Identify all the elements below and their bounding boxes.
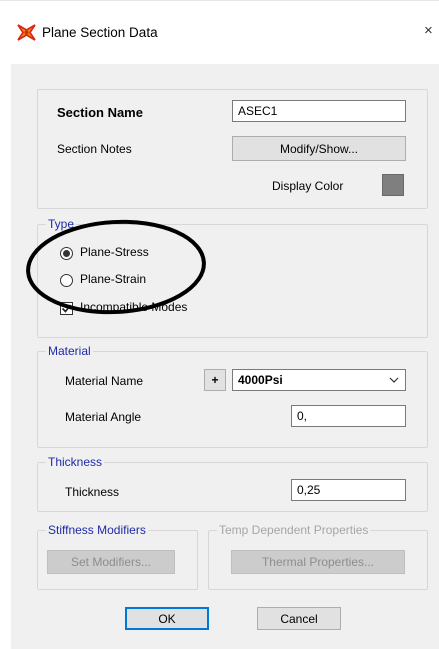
chevron-down-icon	[389, 373, 399, 390]
close-icon[interactable]: ×	[424, 22, 439, 39]
material-group: Material Material Name + 4000Psi Materia…	[37, 344, 428, 448]
thickness-group-label: Thickness	[46, 455, 105, 469]
temp-dependent-group: Temp Dependent Properties Thermal Proper…	[208, 523, 428, 590]
top-divider	[0, 0, 439, 1]
material-name-label: Material Name	[65, 374, 144, 388]
app-icon	[17, 24, 36, 41]
section-name-input[interactable]: ASEC1	[232, 100, 406, 122]
stiffness-modifiers-label: Stiffness Modifiers	[46, 523, 148, 537]
thermal-properties-button[interactable]: Thermal Properties...	[231, 550, 405, 574]
thickness-group: Thickness Thickness 0,25	[37, 455, 428, 512]
stiffness-modifiers-group: Stiffness Modifiers Set Modifiers...	[37, 523, 198, 590]
material-name-value: 4000Psi	[238, 373, 283, 387]
cancel-button[interactable]: Cancel	[257, 607, 341, 630]
temp-dependent-label: Temp Dependent Properties	[217, 523, 371, 537]
hand-drawn-ellipse-annotation	[26, 219, 206, 315]
material-name-select[interactable]: 4000Psi	[232, 369, 406, 391]
window-title: Plane Section Data	[42, 25, 158, 40]
thickness-input[interactable]: 0,25	[291, 479, 406, 501]
section-group: Section Name ASEC1 Section Notes Modify/…	[37, 89, 428, 209]
section-name-label: Section Name	[57, 105, 143, 120]
title-bar: Plane Section Data ×	[0, 0, 439, 62]
display-color-label: Display Color	[272, 179, 344, 193]
thickness-label: Thickness	[65, 485, 120, 499]
add-material-button[interactable]: +	[204, 369, 226, 391]
material-angle-input[interactable]: 0,	[291, 405, 406, 427]
set-modifiers-button[interactable]: Set Modifiers...	[47, 550, 175, 574]
section-notes-label: Section Notes	[57, 142, 132, 156]
dialog-body: Section Name ASEC1 Section Notes Modify/…	[11, 64, 439, 649]
modify-show-button[interactable]: Modify/Show...	[232, 136, 406, 161]
material-angle-label: Material Angle	[65, 410, 142, 424]
display-color-swatch[interactable]	[382, 174, 404, 196]
ok-button[interactable]: OK	[125, 607, 209, 630]
material-group-label: Material	[46, 344, 93, 358]
